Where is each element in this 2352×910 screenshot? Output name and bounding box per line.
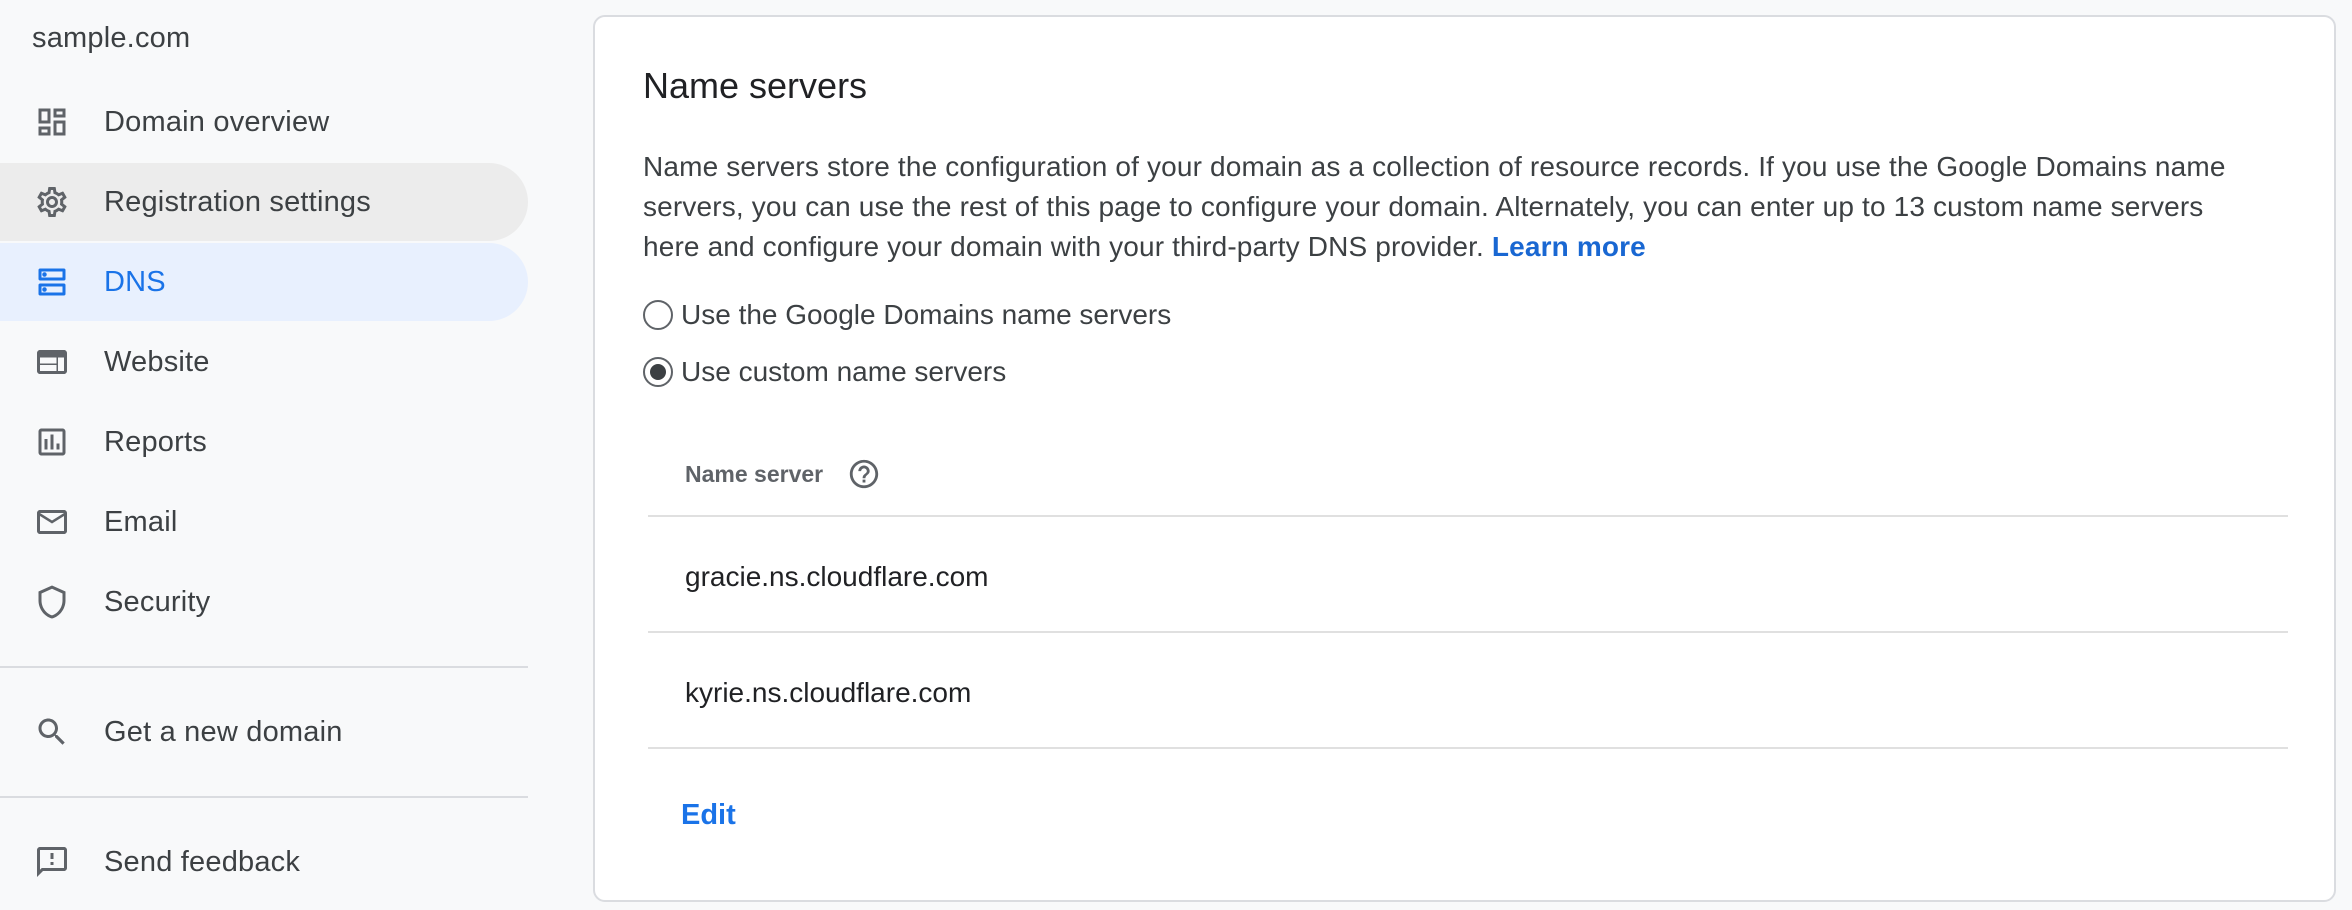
edit-button[interactable]: Edit (681, 799, 736, 832)
sidebar-divider (0, 666, 528, 668)
option-google-name-servers[interactable]: Use the Google Domains name servers (643, 299, 1171, 331)
gear-icon (34, 184, 70, 220)
table-row: kyrie.ns.cloudflare.com (685, 677, 972, 708)
sidebar-item-label: Registration settings (104, 185, 371, 218)
dns-icon (34, 264, 70, 300)
sidebar-item-registration-settings[interactable]: Registration settings (0, 163, 528, 241)
sidebar-item-dns[interactable]: DNS (0, 243, 528, 321)
sidebar-item-reports[interactable]: Reports (0, 403, 528, 481)
option-label: Use the Google Domains name servers (681, 299, 1172, 330)
sidebar-item-website[interactable]: Website (0, 323, 528, 401)
option-label: Use custom name servers (681, 356, 1007, 387)
web-icon (34, 344, 70, 380)
table-row: gracie.ns.cloudflare.com (685, 561, 989, 592)
sidebar-item-label: DNS (104, 265, 166, 298)
bar-chart-icon (34, 424, 70, 460)
option-custom-name-servers[interactable]: Use custom name servers (643, 356, 1006, 388)
sidebar-divider (0, 796, 528, 798)
table-divider (648, 747, 2288, 749)
table-divider (648, 631, 2288, 633)
sidebar-item-label: Reports (104, 425, 207, 458)
sidebar-item-label: Email (104, 505, 178, 538)
radio-selected[interactable] (643, 357, 673, 387)
column-header-label: Name server (685, 460, 824, 487)
feedback-icon (34, 844, 70, 880)
learn-more-link[interactable]: Learn more (1492, 231, 1646, 262)
domain-name: sample.com (32, 22, 191, 54)
send-feedback-link[interactable]: Send feedback (0, 823, 528, 901)
sidebar-item-label: Domain overview (104, 105, 330, 138)
sidebar-item-label: Security (104, 585, 211, 618)
card-description: Name servers store the configuration of … (643, 147, 2263, 267)
sidebar-item-label: Website (104, 345, 210, 378)
send-feedback-label: Send feedback (104, 845, 301, 878)
get-new-domain-link[interactable]: Get a new domain (0, 693, 528, 771)
card-title: Name servers (643, 65, 868, 106)
sidebar: sample.com Domain overview Registration … (0, 0, 528, 910)
name-server-column-header: Name server (685, 457, 881, 491)
help-icon[interactable] (847, 457, 881, 491)
search-icon (34, 714, 70, 750)
description-text: Name servers store the configuration of … (643, 151, 2226, 262)
name-servers-card: Name servers Name servers store the conf… (593, 15, 2336, 902)
radio-unselected[interactable] (643, 300, 673, 330)
shield-icon (34, 584, 70, 620)
sidebar-item-domain-overview[interactable]: Domain overview (0, 83, 528, 161)
sidebar-item-email[interactable]: Email (0, 483, 528, 561)
get-new-domain-label: Get a new domain (104, 715, 343, 748)
mail-icon (34, 504, 70, 540)
table-divider (648, 515, 2288, 517)
sidebar-item-security[interactable]: Security (0, 563, 528, 641)
dashboard-icon (34, 104, 70, 140)
